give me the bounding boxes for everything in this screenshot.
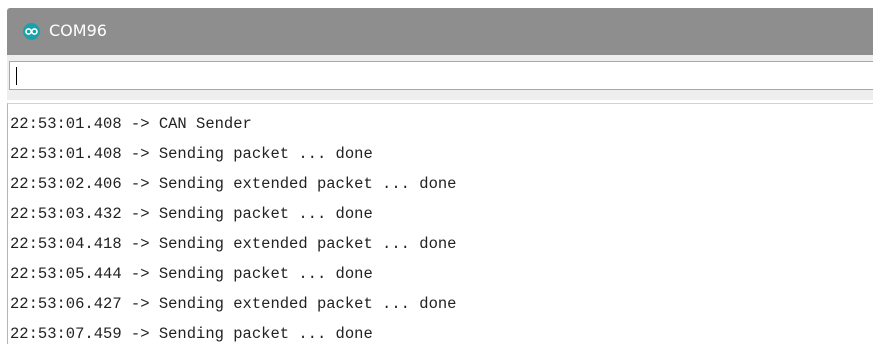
serial-output[interactable]: 22:53:01.408 -> CAN Sender 22:53:01.408 …	[7, 103, 873, 344]
text-cursor	[16, 67, 17, 85]
output-line: 22:53:06.427 -> Sending extended packet …	[10, 295, 457, 313]
arduino-icon	[23, 23, 40, 40]
send-bar	[7, 55, 873, 100]
send-input[interactable]	[9, 61, 873, 90]
output-line: 22:53:03.432 -> Sending packet ... done	[10, 205, 373, 223]
title-bar[interactable]: COM96	[7, 8, 873, 55]
window-title: COM96	[49, 21, 107, 40]
output-line: 22:53:01.408 -> Sending packet ... done	[10, 145, 373, 163]
output-line: 22:53:05.444 -> Sending packet ... done	[10, 265, 373, 283]
output-line: 22:53:04.418 -> Sending extended packet …	[10, 235, 457, 253]
output-line: 22:53:07.459 -> Sending packet ... done	[10, 325, 373, 343]
output-line: 22:53:01.408 -> CAN Sender	[10, 115, 252, 133]
output-line: 22:53:02.406 -> Sending extended packet …	[10, 175, 457, 193]
serial-monitor-window: COM96 22:53:01.408 -> CAN Sender 22:53:0…	[0, 0, 873, 344]
